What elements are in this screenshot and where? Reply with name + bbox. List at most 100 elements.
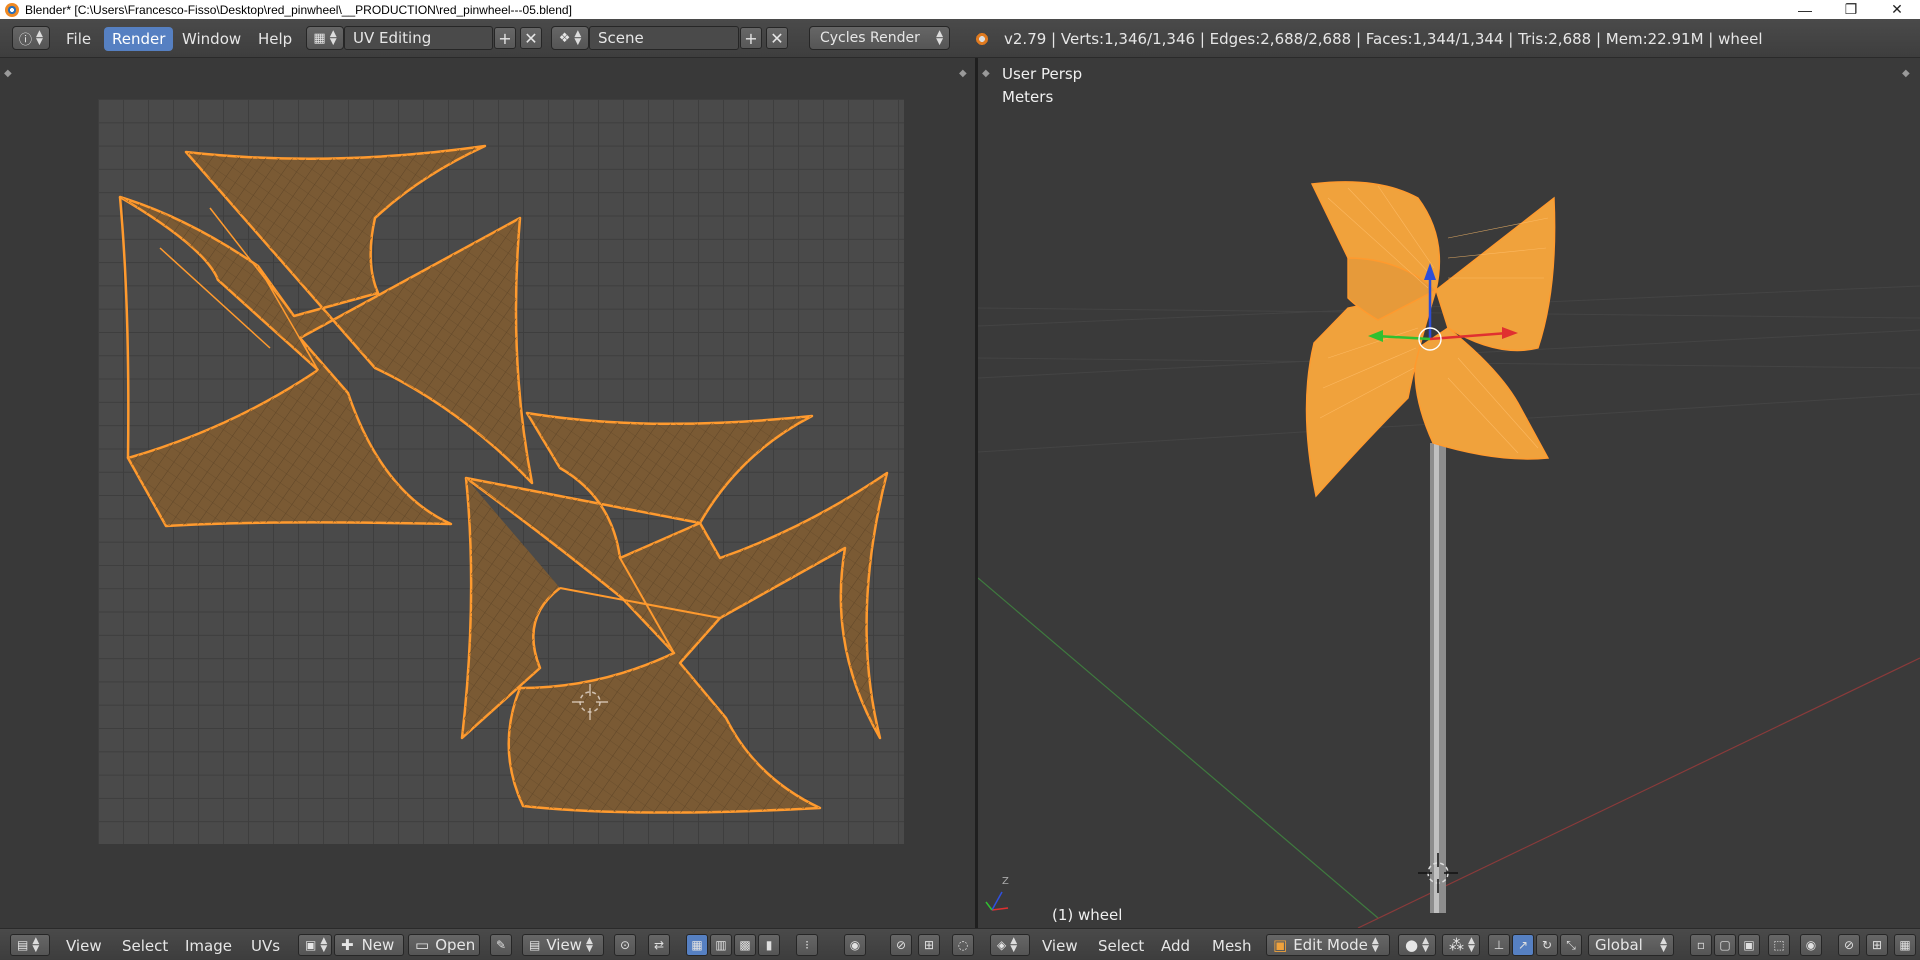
viewport-scene[interactable] [978, 58, 1920, 928]
uv-image-editor[interactable]: ◆ ◆ [0, 58, 975, 928]
transform-orientation-label: Global [1595, 936, 1643, 954]
3d-menu-mesh[interactable]: Mesh [1212, 935, 1252, 957]
snap-element-icon[interactable]: ⊞ [1866, 934, 1888, 956]
uv-island-1[interactable] [118, 144, 534, 528]
island-select-icon[interactable]: ▮ [758, 934, 780, 956]
uv-islands[interactable] [0, 58, 975, 928]
screen-layout-name-field[interactable]: UV Editing [344, 26, 493, 50]
limit-selection-icon[interactable]: ⬚ [1768, 934, 1790, 956]
sticky-select-icon[interactable]: ⁝ [796, 934, 818, 956]
translate-manipulator-icon[interactable]: ↗ [1512, 934, 1534, 956]
proportional-editing-icon[interactable]: ◉ [1800, 934, 1822, 956]
edit-mode-icon: ▣ [1273, 936, 1288, 954]
image-browse-icon: ▣ [305, 938, 317, 952]
updown-arrows-icon: ▲ ▼ [36, 29, 43, 47]
pin-image-icon[interactable]: ✎ [490, 934, 512, 956]
blender-logo-icon [972, 29, 992, 49]
editor-type-info-button[interactable]: ⓘ ▲ ▼ [12, 26, 50, 50]
updown-arrows-icon: ▲ ▼ [320, 936, 328, 954]
active-object-label: (1) wheel [1052, 906, 1123, 924]
mesh-display-icon[interactable]: ◌ [952, 934, 974, 956]
sync-selection-icon[interactable]: ⇄ [648, 934, 670, 956]
3d-viewport[interactable]: ◆ ◆ User Persp Meters Z (1) wheel [978, 58, 1920, 928]
edge-select-mode-icon[interactable]: ▢ [1714, 934, 1736, 956]
updown-arrows-icon: ▲ ▼ [1468, 936, 1475, 954]
pivot-point-icon: ⁂ [1449, 936, 1464, 954]
3d-view-editor-type-button[interactable]: ◈ ▲ ▼ [990, 934, 1030, 956]
bottom-headers: ▤ ▲ ▼ View Select Image UVs ▣ ▲ ▼ ✚ New ▭ Open… [0, 928, 1920, 960]
render-engine-dropdown[interactable]: Cycles Render ▲ ▼ [809, 26, 950, 50]
face-select-mode-icon[interactable]: ▣ [1738, 934, 1760, 956]
plus-icon: ✚ [341, 936, 354, 954]
updown-arrows-icon: ▲ ▼ [32, 936, 40, 954]
info-header: ⓘ ▲ ▼ File Render Window Help ▦ ▲ ▼ UV Editi… [0, 19, 1920, 58]
folder-icon: ▭ [415, 936, 430, 954]
uv-menu-select[interactable]: Select [122, 935, 168, 957]
delete-scene-button[interactable]: ✕ [766, 27, 788, 49]
add-layout-button[interactable]: + [494, 27, 516, 49]
open-image-label: Open [435, 936, 476, 954]
render-preview-icon[interactable]: ▦ [1894, 934, 1916, 956]
3d-view-icon: ◈ [997, 938, 1007, 952]
render-engine-label: Cycles Render [820, 30, 920, 46]
snap-target-icon[interactable]: ⊞ [918, 934, 940, 956]
close-window-button[interactable]: ✕ [1874, 0, 1920, 19]
transform-orientation-dropdown[interactable]: Global ▲ ▼ [1588, 934, 1674, 956]
updown-arrows-icon: ▲ ▼ [574, 29, 582, 47]
minimize-button[interactable]: — [1782, 0, 1828, 19]
scene-selector[interactable]: ❖ ▲ ▼ [551, 26, 589, 50]
blender-logo-icon [5, 2, 19, 17]
uv-editor-type-button[interactable]: ▤ ▲ ▼ [10, 934, 50, 956]
new-image-button[interactable]: ✚ New [334, 934, 404, 956]
updown-arrows-icon: ▲ ▼ [585, 936, 593, 954]
edge-select-icon[interactable]: ▥ [710, 934, 732, 956]
menu-window[interactable]: Window [174, 27, 249, 51]
window-controls: — ❐ ✕ [1782, 0, 1920, 19]
vertex-select-mode-icon[interactable]: ▫ [1690, 934, 1712, 956]
maximize-button[interactable]: ❐ [1828, 0, 1874, 19]
uv-menu-view[interactable]: View [66, 935, 102, 957]
vertex-select-icon[interactable]: ▦ [686, 934, 708, 956]
3d-menu-select[interactable]: Select [1098, 935, 1144, 957]
updown-arrows-icon: ▲ ▼ [1660, 936, 1667, 954]
menu-help[interactable]: Help [250, 27, 300, 51]
updown-arrows-icon: ▲ ▼ [1010, 936, 1018, 954]
add-scene-button[interactable]: + [740, 27, 762, 49]
pivot-icon[interactable]: ⊙ [614, 934, 636, 956]
snap-toggle-icon[interactable]: ⊘ [1838, 934, 1860, 956]
updown-arrows-icon: ▲ ▼ [329, 29, 337, 47]
uv-menu-image[interactable]: Image [185, 935, 232, 957]
manipulator-toggle-icon[interactable]: ⊥ [1488, 934, 1510, 956]
solid-shading-icon: ● [1405, 936, 1419, 954]
scene-name-field[interactable]: Scene [589, 26, 739, 50]
proportional-edit-icon[interactable]: ◉ [844, 934, 866, 956]
scene-icon: ❖ [558, 30, 571, 46]
rotate-manipulator-icon[interactable]: ↻ [1536, 934, 1558, 956]
3d-menu-view[interactable]: View [1042, 935, 1078, 957]
view-mode-icon: ▤ [529, 938, 541, 952]
interaction-mode-dropdown[interactable]: ▣ Edit Mode ▲ ▼ [1266, 934, 1390, 956]
menu-file[interactable]: File [58, 27, 99, 51]
interaction-mode-label: Edit Mode [1293, 936, 1368, 954]
pivot-point-dropdown[interactable]: ⁂ ▲ ▼ [1442, 934, 1480, 956]
face-select-icon[interactable]: ▩ [734, 934, 756, 956]
updown-arrows-icon: ▲ ▼ [936, 29, 943, 47]
uv-view-mode-dropdown[interactable]: ▤ View ▲ ▼ [522, 934, 604, 956]
3d-menu-add[interactable]: Add [1161, 935, 1190, 957]
updown-arrows-icon: ▲ ▼ [1422, 936, 1430, 954]
uv-menu-uvs[interactable]: UVs [251, 935, 280, 957]
scene-statistics: v2.79 | Verts:1,346/1,346 | Edges:2,688/… [1004, 30, 1763, 48]
screen-layout-selector[interactable]: ▦ ▲ ▼ [306, 26, 344, 50]
y-axis-line [978, 577, 1379, 919]
window-title: Blender* [C:\Users\Francesco-Fisso\Deskt… [25, 2, 572, 17]
open-image-button[interactable]: ▭ Open [408, 934, 480, 956]
layout-grid-icon: ▦ [313, 30, 326, 46]
snap-icon[interactable]: ⊘ [890, 934, 912, 956]
image-browse-button[interactable]: ▣ ▲ ▼ [298, 934, 332, 956]
delete-layout-button[interactable]: ✕ [520, 27, 542, 49]
axis-z-label: Z [1002, 876, 1009, 887]
view-axis-gizmo-icon [985, 891, 1009, 911]
scale-manipulator-icon[interactable]: ⤡ [1560, 934, 1582, 956]
menu-render[interactable]: Render [104, 27, 174, 51]
viewport-shading-dropdown[interactable]: ● ▲ ▼ [1398, 934, 1436, 956]
